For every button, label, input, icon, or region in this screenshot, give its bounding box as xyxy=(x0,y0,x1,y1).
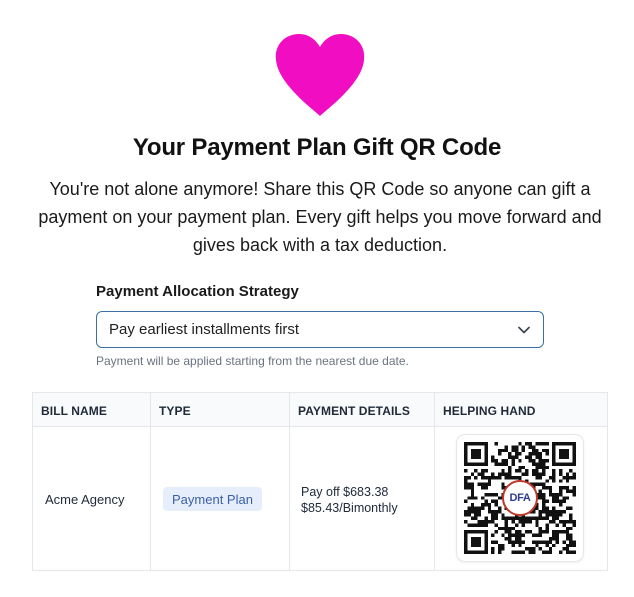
intro-text: You're not alone anymore! Share this QR … xyxy=(38,179,602,255)
table-column-divider xyxy=(151,393,290,570)
payment-details-cell: Pay off $683.38 $85.43/Bimonthly xyxy=(301,484,398,516)
allocation-strategy-select[interactable]: Pay earliest installments first xyxy=(96,311,544,348)
table-column-divider xyxy=(33,393,151,570)
header-type: TYPE xyxy=(159,404,191,418)
heart-icon xyxy=(274,32,366,118)
allocation-strategy-label: Payment Allocation Strategy xyxy=(96,283,299,300)
installment-amount: $85.43/Bimonthly xyxy=(301,501,398,515)
payoff-amount: Pay off $683.38 xyxy=(301,485,389,499)
table-column-divider xyxy=(290,393,435,570)
type-badge: Payment Plan xyxy=(163,487,262,511)
header-helping-hand: HELPING HAND xyxy=(443,404,536,418)
qr-logo-badge: DFA xyxy=(502,480,538,516)
allocation-hint: Payment will be applied starting from th… xyxy=(96,354,409,368)
chevron-down-icon xyxy=(517,323,531,337)
qr-logo-text: DFA xyxy=(509,492,531,504)
qr-code-card[interactable]: DFA xyxy=(457,435,583,561)
header-bill-name: BILL NAME xyxy=(41,404,108,418)
allocation-selected-value: Pay earliest installments first xyxy=(109,321,300,338)
page-title: Your Payment Plan Gift QR Code xyxy=(132,134,502,161)
header-payment-details: PAYMENT DETAILS xyxy=(298,404,410,418)
bill-name-cell: Acme Agency xyxy=(45,492,125,507)
bills-table: BILL NAME TYPE PAYMENT DETAILS HELPING H… xyxy=(32,392,608,571)
